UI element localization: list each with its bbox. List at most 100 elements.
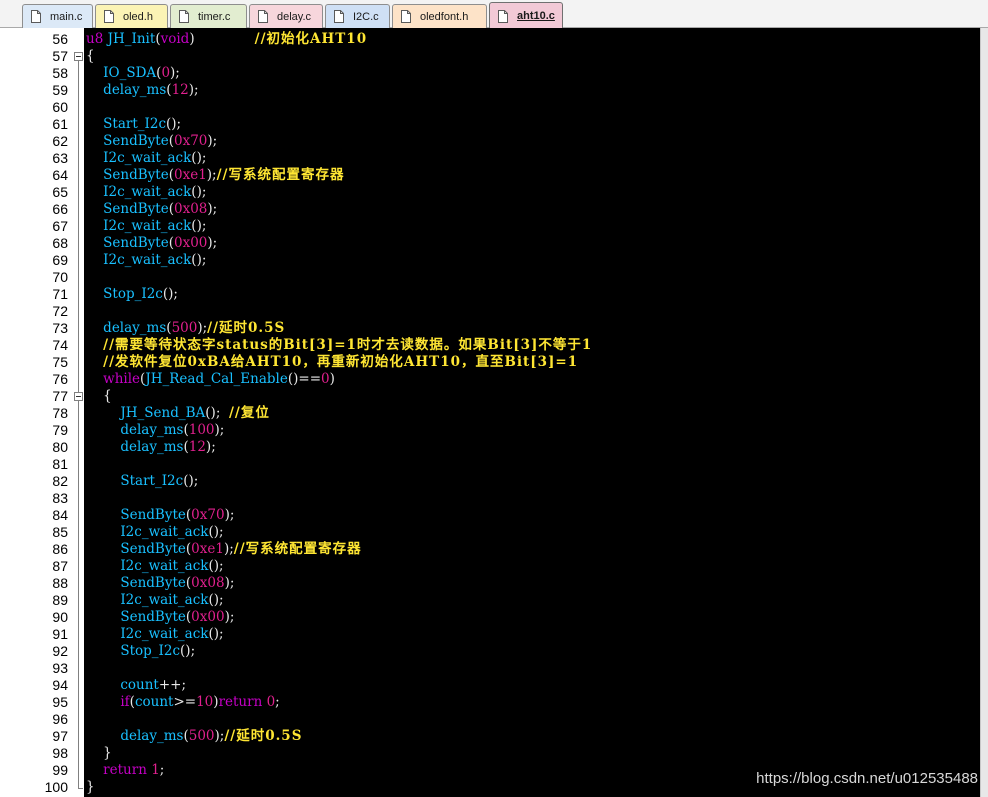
- code-token-cmt: //发软件复位0xBA给AHT10，再重新初始化AHT10，直至Bit[3]=1: [103, 354, 579, 370]
- code-line[interactable]: if(count>=10)return 0;: [86, 694, 279, 711]
- code-token-cmt: //写系统配置寄存器: [216, 167, 345, 183]
- line-number: 86: [52, 541, 68, 557]
- code-token-fn: I2c_wait_ack: [103, 252, 192, 268]
- code-line[interactable]: u8 JH_Init(void) //初始化AHT10: [86, 31, 367, 48]
- code-token-fn: Start_I2c: [120, 473, 184, 489]
- line-number: 89: [52, 592, 68, 608]
- code-line[interactable]: I2c_wait_ack();: [86, 558, 223, 575]
- line-number: 74: [52, 337, 68, 353]
- code-line[interactable]: IO_SDA(0);: [86, 65, 180, 82]
- tab-aht10-c[interactable]: aht10.c: [489, 2, 563, 29]
- code-token-pun: ();: [191, 150, 207, 166]
- code-line[interactable]: {: [86, 388, 112, 405]
- line-number: 60: [52, 99, 68, 115]
- code-token-num: 0xe1: [191, 541, 224, 557]
- code-line[interactable]: delay_ms(500);//延时0.5S: [86, 728, 302, 745]
- code-line[interactable]: delay_ms(500);//延时0.5S: [86, 320, 285, 337]
- code-token-kw: return: [218, 694, 263, 710]
- code-token-num: 0: [266, 694, 276, 710]
- code-line[interactable]: delay_ms(12);: [86, 82, 198, 99]
- code-line[interactable]: I2c_wait_ack();: [86, 184, 206, 201]
- code-editor[interactable]: 56 57 58 59 60 61 62 63 64 65 66 67 68 69 70 71 72 73 74 75…: [0, 28, 988, 797]
- code-token-cmt: //延时0.5S: [224, 728, 303, 744]
- code-line[interactable]: count++;: [86, 677, 186, 694]
- code-line[interactable]: SendByte(0x08);: [86, 575, 234, 592]
- fold-minus-icon[interactable]: [74, 52, 83, 61]
- tab-label: timer.c: [198, 10, 231, 23]
- fold-minus-icon[interactable]: [74, 392, 83, 401]
- code-line[interactable]: while(JH_Read_Cal_Enable()==0): [86, 371, 335, 388]
- tab-main-c[interactable]: main.c: [22, 4, 93, 28]
- code-token-fn: IO_SDA: [103, 65, 157, 81]
- code-token-pun: ();: [208, 524, 224, 540]
- code-line[interactable]: return 1;: [86, 762, 164, 779]
- tab-delay-c[interactable]: delay.c: [249, 4, 323, 28]
- code-line[interactable]: I2c_wait_ack();: [86, 218, 206, 235]
- code-line[interactable]: I2c_wait_ack();: [86, 626, 223, 643]
- line-number: 83: [52, 490, 68, 506]
- tab-oled-h[interactable]: oled.h: [95, 4, 168, 28]
- code-token-cmt: //初始化AHT10: [254, 31, 368, 47]
- code-token-pun: );: [224, 507, 235, 523]
- code-line[interactable]: Start_I2c();: [86, 116, 181, 133]
- code-line[interactable]: I2c_wait_ack();: [86, 150, 206, 167]
- editor-tab-bar: main.c oled.h timer.c delay.c I2C.c oledfont.…: [0, 0, 988, 29]
- code-line[interactable]: I2c_wait_ack();: [86, 252, 206, 269]
- code-token-fn: SendByte: [120, 575, 186, 591]
- code-line[interactable]: Stop_I2c();: [86, 286, 178, 303]
- line-number: 84: [52, 507, 68, 523]
- line-number: 72: [52, 303, 68, 319]
- tab-i2c-c[interactable]: I2C.c: [325, 4, 390, 28]
- file-icon: [258, 10, 268, 23]
- code-line[interactable]: Start_I2c();: [86, 473, 198, 490]
- line-number: 91: [52, 626, 68, 642]
- code-line[interactable]: {: [86, 48, 95, 65]
- code-line[interactable]: SendByte(0x08);: [86, 201, 217, 218]
- code-line[interactable]: //发软件复位0xBA给AHT10，再重新初始化AHT10，直至Bit[3]=1: [86, 354, 578, 371]
- code-token-pun: }: [86, 779, 95, 795]
- code-token-fn: Start_I2c: [103, 116, 167, 132]
- code-line[interactable]: SendByte(0xe1);//写系统配置寄存器: [86, 167, 344, 184]
- code-token-pun: ();: [183, 473, 199, 489]
- code-token-num: 0xe1: [174, 167, 207, 183]
- line-number: 93: [52, 660, 68, 676]
- code-line[interactable]: Stop_I2c();: [86, 643, 195, 660]
- code-line[interactable]: I2c_wait_ack();: [86, 524, 224, 541]
- code-token-pun: );: [207, 133, 218, 149]
- vertical-scrollbar[interactable]: [980, 28, 988, 797]
- code-line[interactable]: //需要等待状态字status的Bit[3]=1时才去读数据。如果Bit[3]不…: [86, 337, 592, 354]
- code-line[interactable]: SendByte(0x70);: [86, 507, 234, 524]
- code-line[interactable]: SendByte(0x70);: [86, 133, 217, 150]
- code-line[interactable]: SendByte(0xe1);//写系统配置寄存器: [86, 541, 362, 558]
- line-number: 77: [52, 388, 68, 404]
- tab-timer-c[interactable]: timer.c: [170, 4, 247, 28]
- code-token-pun: ;: [159, 762, 165, 778]
- code-line[interactable]: I2c_wait_ack();: [86, 592, 223, 609]
- line-number: 71: [52, 286, 68, 302]
- tab-oledfont-h[interactable]: oledfont.h: [392, 4, 487, 28]
- line-number: 59: [52, 82, 68, 98]
- line-number: 67: [52, 218, 68, 234]
- code-token-pun: ();: [191, 218, 207, 234]
- code-line[interactable]: delay_ms(100);: [86, 422, 224, 439]
- code-line[interactable]: SendByte(0x00);: [86, 235, 217, 252]
- code-text-area[interactable]: u8 JH_Init(void) //初始化AHT10{ IO_SDA(0); …: [84, 28, 980, 797]
- code-line[interactable]: delay_ms(12);: [86, 439, 215, 456]
- code-token-pun: );: [224, 609, 235, 625]
- code-line[interactable]: }: [86, 745, 112, 762]
- code-line[interactable]: JH_Send_BA(); //复位: [86, 405, 270, 422]
- code-token-pun: );: [197, 320, 208, 336]
- code-line[interactable]: SendByte(0x00);: [86, 609, 234, 626]
- code-line[interactable]: }: [86, 779, 95, 796]
